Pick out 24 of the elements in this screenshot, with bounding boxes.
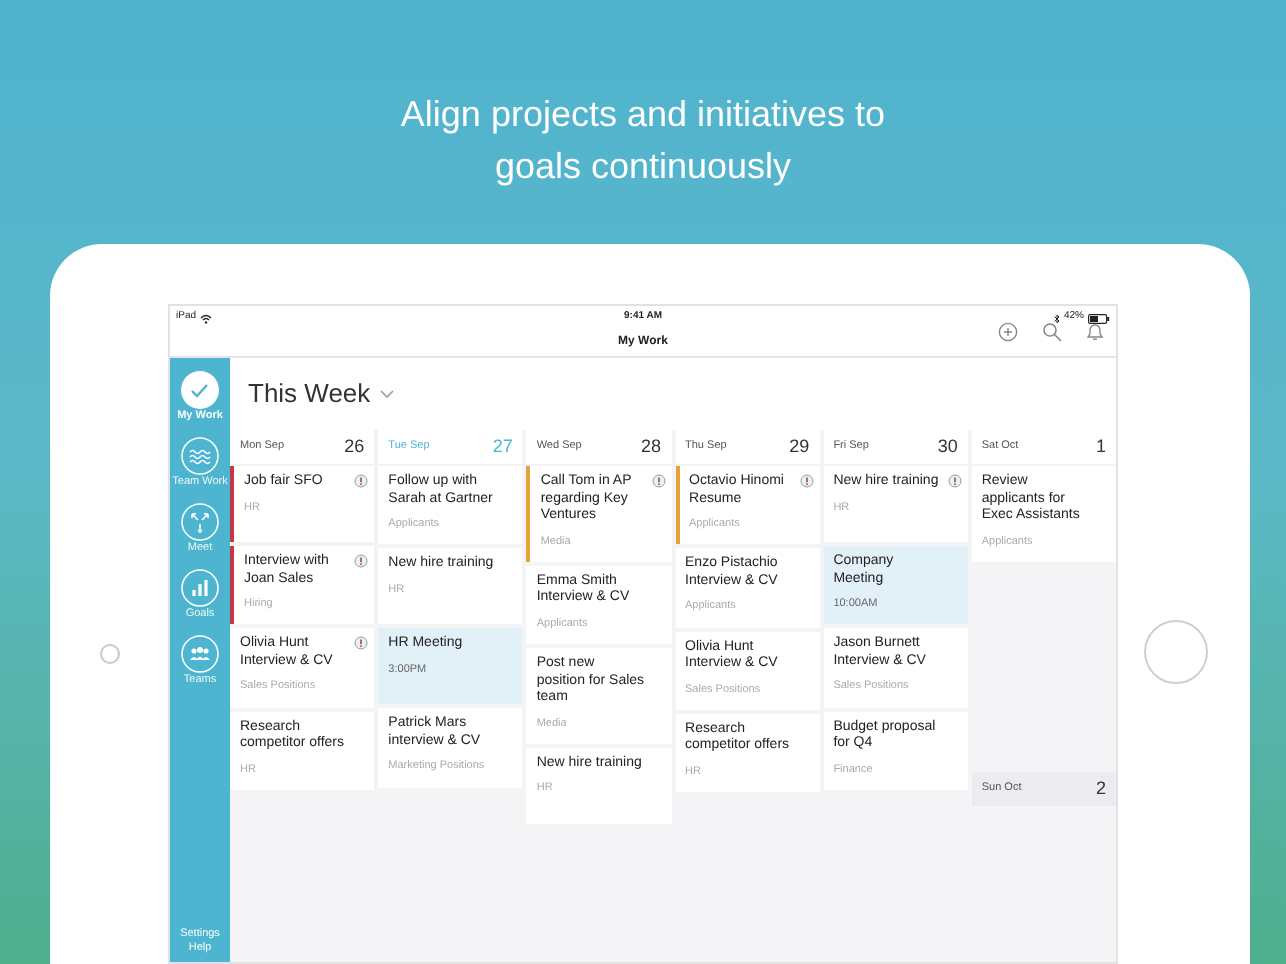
day-number: 28 xyxy=(641,433,662,460)
day-number: 27 xyxy=(492,433,513,460)
headline: Align projects and initiatives to goals continuously xyxy=(398,92,888,190)
bars-icon xyxy=(180,568,220,608)
day-number: 29 xyxy=(789,433,810,460)
add-button[interactable] xyxy=(998,322,1018,342)
battery-icon xyxy=(1088,313,1110,323)
waves-icon xyxy=(180,436,220,476)
check-icon xyxy=(180,370,220,410)
arrows-icon xyxy=(180,502,220,542)
search-button[interactable] xyxy=(1042,322,1062,342)
notifications-button[interactable] xyxy=(1086,322,1104,342)
add-icon xyxy=(998,322,1018,342)
search-icon xyxy=(1042,322,1062,342)
week-selector[interactable]: This Week xyxy=(248,374,395,414)
bluetooth-icon xyxy=(1053,313,1060,323)
wifi-icon xyxy=(200,313,213,323)
people-icon xyxy=(180,634,220,674)
bell-icon xyxy=(1086,322,1104,342)
day-number: 2 xyxy=(1096,775,1107,801)
day-number: 30 xyxy=(937,433,958,460)
day-number: 1 xyxy=(1096,433,1107,460)
day-number: 26 xyxy=(344,433,365,460)
chevron-down-icon xyxy=(380,390,395,398)
